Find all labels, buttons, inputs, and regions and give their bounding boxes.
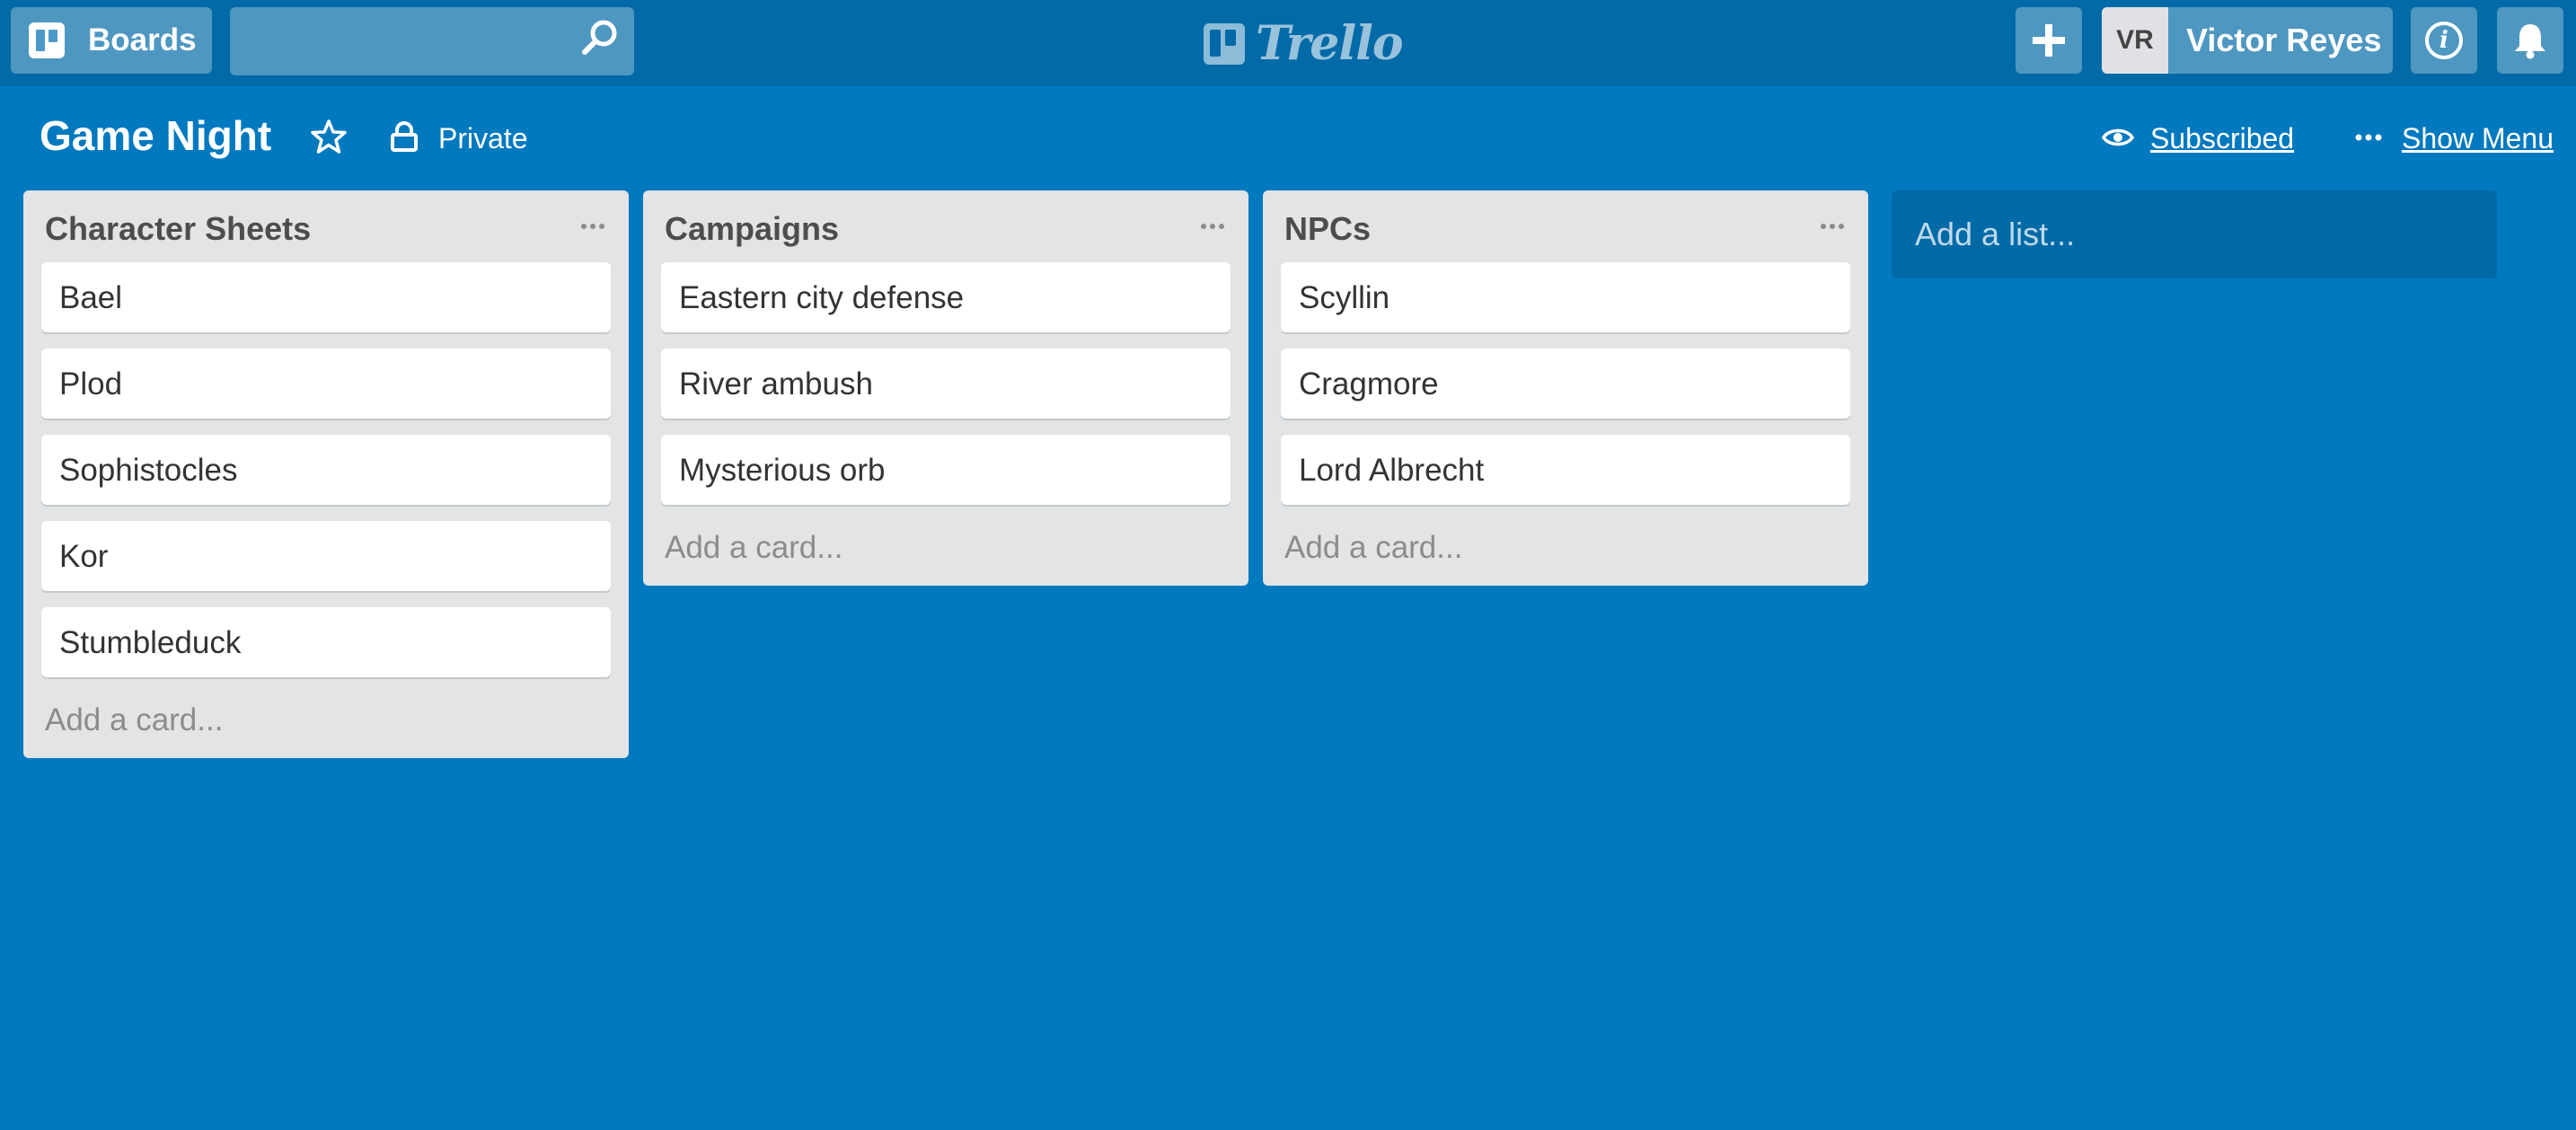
card[interactable]: Eastern city defense — [661, 262, 1231, 332]
list-title[interactable]: Campaigns — [665, 210, 839, 248]
card[interactable]: River ambush — [661, 349, 1231, 419]
add-card-button[interactable]: Add a card... — [1263, 521, 1868, 586]
plus-icon — [2033, 24, 2065, 57]
avatar: VR — [2102, 7, 2168, 74]
list-title[interactable]: NPCs — [1284, 210, 1371, 248]
info-button[interactable]: i — [2411, 7, 2477, 74]
subscribed-link[interactable]: Subscribed — [2150, 122, 2294, 155]
card[interactable]: Mysterious orb — [661, 435, 1231, 505]
add-card-button[interactable]: Add a card... — [643, 521, 1248, 586]
card[interactable]: Scyllin — [1281, 262, 1850, 332]
add-button[interactable] — [2016, 7, 2082, 74]
star-icon[interactable] — [311, 119, 347, 154]
list-campaigns: Campaigns Eastern city defense River amb… — [643, 190, 1248, 586]
list-header: Character Sheets — [23, 190, 629, 262]
info-icon: i — [2425, 22, 2463, 59]
logo-text: Trello — [1256, 16, 1404, 71]
show-menu-link[interactable]: Show Menu — [2402, 122, 2554, 155]
list-character-sheets: Character Sheets Bael Plod Sophistocles … — [23, 190, 629, 758]
list-menu-icon[interactable] — [1820, 223, 1845, 230]
list-header: NPCs — [1263, 190, 1868, 262]
list-menu-icon[interactable] — [1200, 223, 1225, 230]
list-title[interactable]: Character Sheets — [45, 210, 311, 248]
search-input[interactable] — [230, 7, 634, 75]
list-menu-icon[interactable] — [580, 223, 605, 230]
notifications-button[interactable] — [2497, 7, 2563, 74]
card[interactable]: Cragmore — [1281, 349, 1850, 419]
trello-logo-icon — [1204, 22, 1245, 65]
user-name: Victor Reyes — [2186, 22, 2382, 58]
top-header: Boards Trello VR Victor Reyes i — [0, 0, 2576, 86]
card[interactable]: Lord Albrecht — [1281, 435, 1850, 505]
bell-icon — [2515, 24, 2545, 59]
boards-button-label: Boards — [88, 22, 197, 57]
eye-icon — [2102, 128, 2134, 146]
boards-icon — [29, 22, 65, 58]
card[interactable]: Bael — [41, 262, 611, 332]
card[interactable]: Kor — [41, 521, 611, 591]
user-menu-button[interactable]: VR Victor Reyes — [2102, 7, 2393, 74]
boards-button[interactable]: Boards — [11, 7, 212, 74]
list-npcs: NPCs Scyllin Cragmore Lord Albrecht Add … — [1263, 190, 1868, 586]
more-dots-icon — [2355, 134, 2382, 141]
card[interactable]: Plod — [41, 349, 611, 419]
card[interactable]: Stumbleduck — [41, 607, 611, 677]
add-list-button[interactable]: Add a list... — [1892, 190, 2497, 278]
lock-icon — [391, 121, 418, 152]
card[interactable]: Sophistocles — [41, 435, 611, 505]
privacy-button[interactable]: Private — [438, 122, 528, 155]
search-icon[interactable] — [580, 18, 620, 57]
board-title[interactable]: Game Night — [40, 111, 271, 160]
add-card-button[interactable]: Add a card... — [23, 693, 629, 758]
trello-logo[interactable]: Trello — [1204, 16, 1404, 71]
list-header: Campaigns — [643, 190, 1248, 262]
